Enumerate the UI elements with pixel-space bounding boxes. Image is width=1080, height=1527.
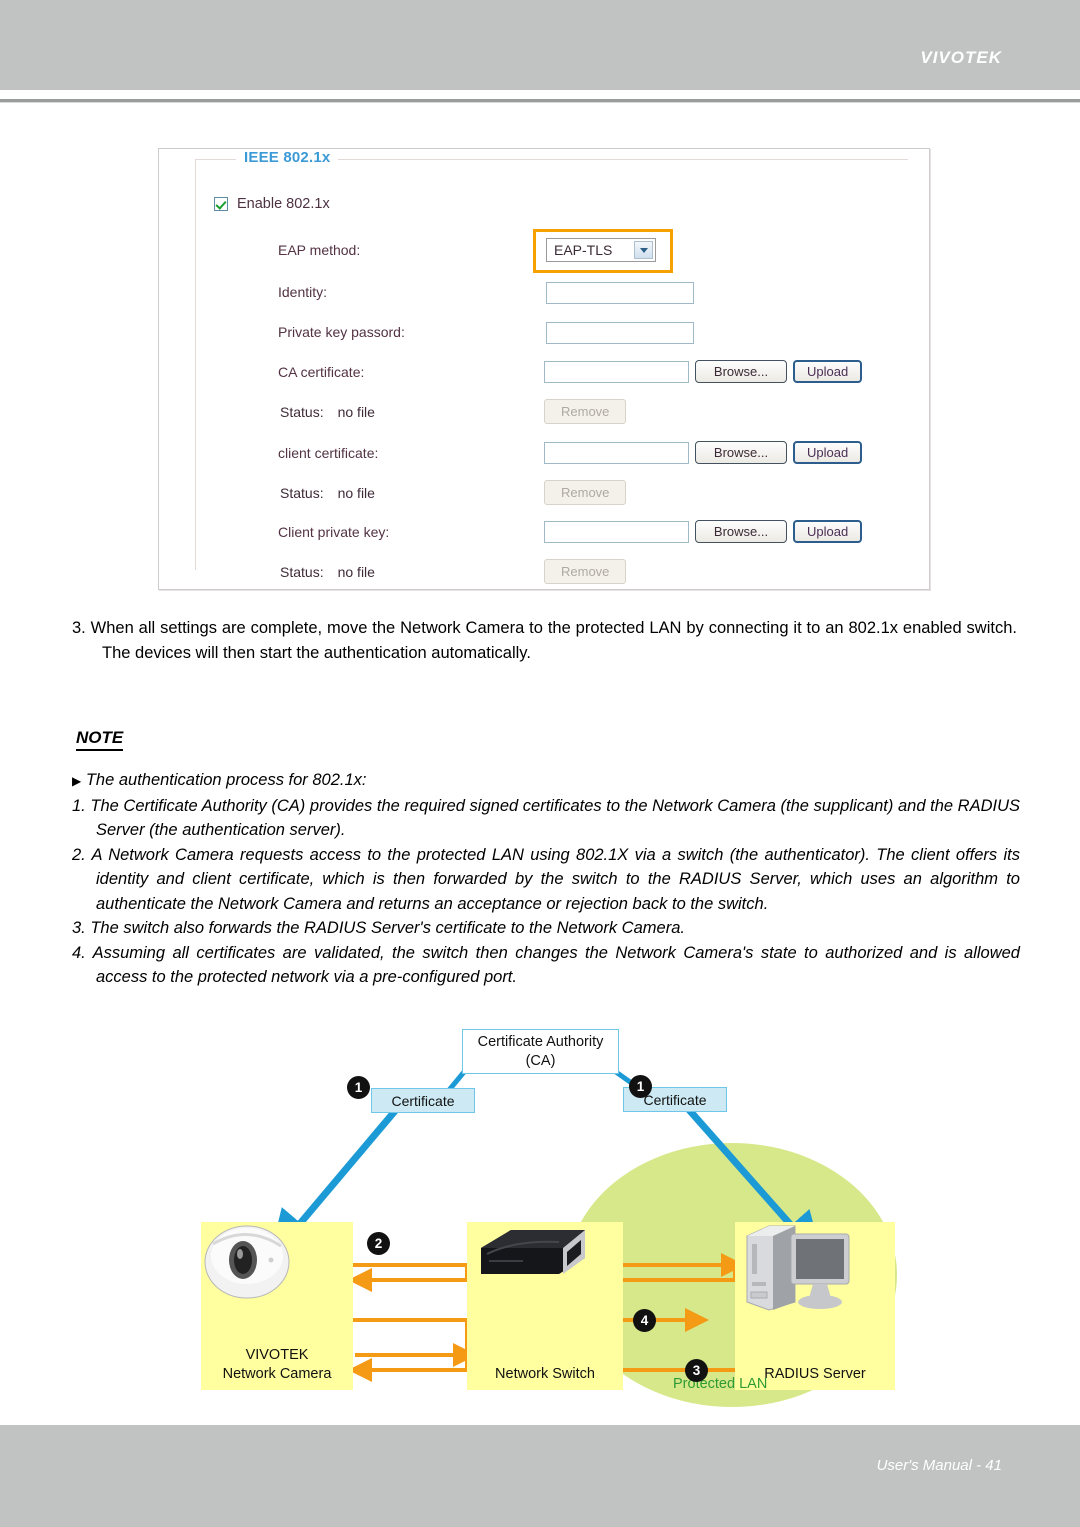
note-bullet-text: The authentication process for 802.1x: xyxy=(85,771,367,789)
private-key-password-input[interactable] xyxy=(546,322,694,344)
page-header: VIVOTEK xyxy=(0,0,1080,90)
ca-certificate-label: CA certificate: xyxy=(278,364,365,380)
note-item-4: 4. Assuming all certificates are validat… xyxy=(72,943,1020,987)
radius-server-box: RADIUS Server xyxy=(735,1222,895,1390)
client-certificate-status-label: Status: no file xyxy=(280,485,375,501)
note-body: ▶ The authentication process for 802.1x:… xyxy=(72,768,1020,990)
ca-certificate-input[interactable] xyxy=(544,360,689,383)
authentication-flow-diagram: Certificate Authority (CA) Certificate C… xyxy=(195,1025,925,1415)
client-private-key-control: Browse... Upload xyxy=(544,520,863,543)
row-client-private-key: Client private key: Browse... Upload xyxy=(196,520,908,548)
badge-2: 2 xyxy=(367,1232,390,1255)
ca-remove-control: Remove xyxy=(544,399,627,424)
identity-control xyxy=(546,282,694,304)
client-certificate-remove-control: Remove xyxy=(544,480,627,505)
ca-title: Certificate Authority xyxy=(477,1033,604,1050)
ieee8021x-settings-panel: IEEE 802.1x Enable 802.1x EAP method: EA… xyxy=(158,148,930,590)
ca-certificate-remove-button[interactable]: Remove xyxy=(544,399,627,424)
row-private-key-password: Private key passord: xyxy=(196,320,908,348)
ca-certificate-control: Browse... Upload xyxy=(544,360,863,383)
ca-certificate-upload-button[interactable]: Upload xyxy=(793,360,863,383)
row-eap-method: EAP method: EAP-TLS xyxy=(196,229,908,273)
client-certificate-browse-button[interactable]: Browse... xyxy=(695,441,787,464)
radius-server-caption: RADIUS Server xyxy=(764,1366,866,1382)
row-identity: Identity: xyxy=(196,280,908,308)
fieldset-top-rule xyxy=(344,159,908,160)
client-certificate-control: Browse... Upload xyxy=(544,441,863,464)
ieee8021x-fieldset: IEEE 802.1x Enable 802.1x EAP method: EA… xyxy=(195,149,908,584)
note-item-2: 2. A Network Camera requests access to t… xyxy=(72,845,1020,913)
row-client-private-key-status: Status: no file Remove xyxy=(196,559,908,588)
enable-8021x-checkbox-wrap[interactable]: Enable 802.1x xyxy=(214,196,330,212)
network-camera-icon xyxy=(204,1225,290,1299)
client-certificate-status-value: no file xyxy=(337,485,375,501)
identity-label: Identity: xyxy=(278,284,328,300)
certificate-box-left: Certificate xyxy=(371,1088,475,1113)
network-camera-line2: Network Camera xyxy=(222,1366,332,1382)
client-private-key-browse-button[interactable]: Browse... xyxy=(695,520,787,543)
eap-method-control: EAP-TLS xyxy=(533,229,673,273)
network-switch-box: Network Switch xyxy=(467,1222,623,1390)
client-certificate-status-label-text: Status: xyxy=(280,485,324,501)
checkbox-checked-icon[interactable] xyxy=(214,197,228,211)
header-divider xyxy=(0,99,1080,103)
badge-1-right: 1 xyxy=(629,1075,652,1098)
note-item-1: 1. The Certificate Authority (CA) provid… xyxy=(72,796,1020,840)
client-private-key-remove-button[interactable]: Remove xyxy=(544,559,627,584)
fieldset-legend: IEEE 802.1x xyxy=(236,149,339,166)
ca-certificate-file-row: Browse... Upload xyxy=(544,360,863,383)
row-ca-status: Status: no file Remove xyxy=(196,399,908,428)
brand-logo: VIVOTEK xyxy=(920,48,1002,67)
enable-8021x-label: Enable 802.1x xyxy=(237,196,330,212)
client-private-key-file-row: Browse... Upload xyxy=(544,520,863,543)
triangle-right-icon: ▶ xyxy=(72,774,82,788)
eap-method-selected-value: EAP-TLS xyxy=(554,242,613,258)
identity-input[interactable] xyxy=(546,282,694,304)
client-certificate-input[interactable] xyxy=(544,441,689,464)
client-certificate-remove-button[interactable]: Remove xyxy=(544,480,627,505)
ca-status-value: no file xyxy=(337,404,375,420)
client-certificate-label: client certificate: xyxy=(278,445,379,461)
ca-subtitle: (CA) xyxy=(525,1052,556,1069)
radius-server-icon xyxy=(746,1225,850,1311)
network-camera-caption: VIVOTEK Network Camera xyxy=(223,1346,332,1384)
eap-method-select[interactable]: EAP-TLS xyxy=(546,238,656,262)
ca-status-label-text: Status: xyxy=(280,404,324,420)
note-item-3: 3. The switch also forwards the RADIUS S… xyxy=(72,919,685,937)
row-client-certificate-status: Status: no file Remove xyxy=(196,480,908,509)
client-private-key-upload-button[interactable]: Upload xyxy=(793,520,863,543)
badge-3: 3 xyxy=(685,1359,708,1382)
eap-method-label: EAP method: xyxy=(278,242,361,258)
client-private-key-input[interactable] xyxy=(544,520,689,543)
network-switch-caption: Network Switch xyxy=(495,1366,595,1382)
network-switch-icon xyxy=(481,1230,585,1274)
note-heading: NOTE xyxy=(76,728,124,751)
step-3-paragraph: 3. When all settings are complete, move … xyxy=(72,616,1017,666)
private-key-password-control xyxy=(546,322,694,344)
network-camera-box: VIVOTEK Network Camera xyxy=(201,1222,353,1390)
footer-manual-page: User's Manual - 41 xyxy=(876,1457,1002,1474)
network-camera-line1: VIVOTEK xyxy=(245,1347,309,1363)
private-key-password-label: Private key passord: xyxy=(278,324,405,340)
row-ca-certificate: CA certificate: Browse... Upload xyxy=(196,360,908,388)
badge-4: 4 xyxy=(633,1309,656,1332)
ca-status-label: Status: no file xyxy=(280,404,375,420)
client-certificate-upload-button[interactable]: Upload xyxy=(793,441,863,464)
chevron-down-icon[interactable] xyxy=(634,241,653,259)
client-private-key-status-value: no file xyxy=(337,564,375,580)
ca-certificate-browse-button[interactable]: Browse... xyxy=(695,360,787,383)
step-3-text: 3. When all settings are complete, move … xyxy=(72,619,1017,662)
certificate-to-camera-arrow xyxy=(268,1102,403,1261)
client-private-key-status-label: Status: no file xyxy=(280,564,375,580)
client-certificate-file-row: Browse... Upload xyxy=(544,441,863,464)
row-client-certificate: client certificate: Browse... Upload xyxy=(196,441,908,469)
page-footer: User's Manual - 41 xyxy=(0,1425,1080,1527)
row-enable-8021x: Enable 802.1x xyxy=(196,196,908,224)
client-private-key-status-label-text: Status: xyxy=(280,564,324,580)
client-private-key-remove-control: Remove xyxy=(544,559,627,584)
note-bullet-line: ▶ The authentication process for 802.1x: xyxy=(72,768,1020,794)
badge-1-left: 1 xyxy=(347,1076,370,1099)
certificate-authority-box: Certificate Authority (CA) xyxy=(462,1029,619,1074)
client-private-key-label: Client private key: xyxy=(278,524,390,540)
